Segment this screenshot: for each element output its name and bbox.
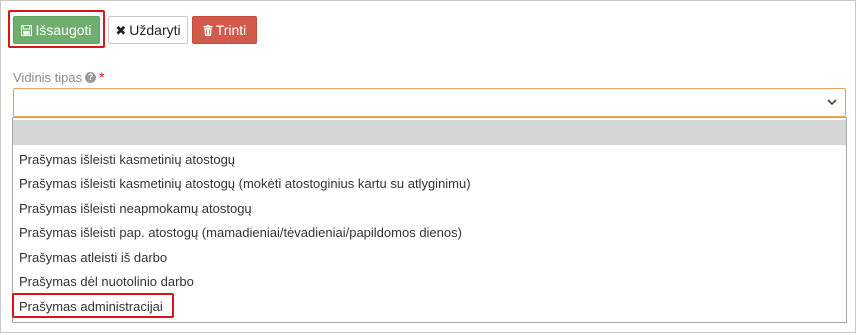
question-circle-icon[interactable]: ? [85,72,97,83]
delete-button[interactable]: Trinti [192,16,257,44]
dropdown-option[interactable]: Prašymas išleisti pap. atostogų (mamadie… [13,220,846,245]
dropdown-option[interactable]: Prašymas išleisti kasmetinių atostogų (m… [13,171,846,196]
dropdown-option[interactable]: Prašymas atleisti iš darbo [13,245,846,270]
internal-type-label-text: Vidinis tipas [13,70,83,85]
internal-type-select[interactable] [13,88,846,117]
close-button-label: Uždaryti [129,22,181,38]
close-icon: ✖ [115,22,127,38]
dropdown-option-empty[interactable] [13,120,846,145]
dropdown-option[interactable]: Prašymas dėl nuotolinio darbo [13,269,846,294]
save-button[interactable]: Išsaugoti [13,16,100,44]
floppy-disk-icon [21,24,33,36]
close-button[interactable]: ✖ Uždaryti [108,16,188,44]
trash-icon [203,24,213,36]
dropdown-option[interactable]: Prašymas išleisti kasmetinių atostogų [13,147,846,172]
dropdown-option[interactable]: Prašymas išleisti neapmokamų atostogų [13,196,846,221]
chevron-down-icon [827,99,837,106]
dropdown-option-administration-request[interactable]: Prašymas administracijai [13,294,846,319]
delete-button-label: Trinti [215,22,247,38]
internal-type-dropdown-list: Prašymas išleisti kasmetinių atostogų Pr… [12,117,847,323]
save-button-label: Išsaugoti [35,22,92,38]
required-marker: * [99,68,105,85]
internal-type-label: Vidinis tipas ? * [13,68,105,86]
